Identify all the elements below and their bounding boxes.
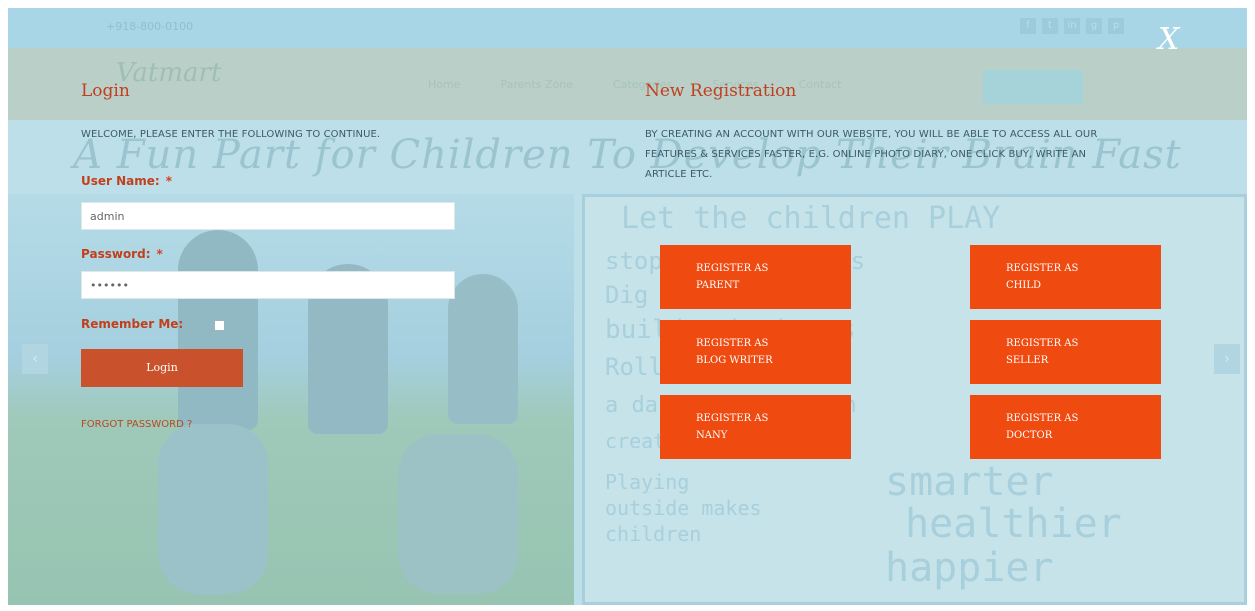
register-blog-writer-button[interactable]: REGISTER AS BLOG WRITER <box>660 320 851 384</box>
register-button-role: NANY <box>696 430 728 441</box>
login-intro: WELCOME, PLEASE ENTER THE FOLLOWING TO C… <box>81 129 381 140</box>
register-seller-button[interactable]: REGISTER AS SELLER <box>970 320 1161 384</box>
menu-item-parents-zone[interactable]: Parents Zone <box>500 78 572 91</box>
board-line: happier <box>885 545 1054 591</box>
register-button-line: REGISTER AS <box>1006 413 1079 424</box>
registration-intro-line: ARTICLE ETC. <box>645 169 713 180</box>
password-label-text: Password: <box>81 247 151 261</box>
register-button-line: REGISTER AS <box>696 413 769 424</box>
register-button-line: REGISTER AS <box>1006 338 1079 349</box>
login-title: Login <box>81 81 130 101</box>
registration-intro-line: FEATURES & SERVICES FASTER, E.G. ONLINE … <box>645 149 1087 160</box>
page-stage: +918-800-0100 f t in g p Vatmart Home Pa… <box>8 8 1247 605</box>
registration-title: New Registration <box>645 81 797 101</box>
child-silhouette <box>158 424 268 594</box>
username-input[interactable] <box>81 202 455 230</box>
register-button-role: CHILD <box>1006 280 1041 291</box>
username-label: User Name: * <box>81 174 172 188</box>
site-navbar: Vatmart Home Parents Zone Categories Ser… <box>8 48 1247 120</box>
child-silhouette <box>398 434 518 594</box>
register-child-button[interactable]: REGISTER AS CHILD <box>970 245 1161 309</box>
board-line: smarter <box>885 459 1054 505</box>
register-parent-button[interactable]: REGISTER AS PARENT <box>660 245 851 309</box>
board-line: Let the children PLAY <box>621 201 1001 236</box>
remember-checkbox[interactable] <box>214 320 225 331</box>
menu-active-highlight <box>983 70 1083 104</box>
forgot-password-link[interactable]: FORGOT PASSWORD ? <box>81 419 192 430</box>
required-mark: * <box>165 174 172 188</box>
password-label: Password: * <box>81 247 163 261</box>
slider-prev-icon[interactable]: ‹ <box>22 344 48 374</box>
site-logo[interactable]: Vatmart <box>116 58 221 88</box>
required-mark: * <box>156 247 163 261</box>
board-line: Playing outside makes children <box>605 470 762 546</box>
register-button-line: REGISTER AS <box>1006 263 1079 274</box>
twitter-icon[interactable]: t <box>1042 18 1058 34</box>
register-button-line: REGISTER AS <box>696 338 769 349</box>
login-button[interactable]: Login <box>81 349 243 387</box>
slider-next-icon[interactable]: › <box>1214 344 1240 374</box>
close-icon[interactable]: X <box>1158 22 1179 57</box>
username-label-text: User Name: <box>81 174 160 188</box>
menu-item-contact[interactable]: Contact <box>799 78 842 91</box>
register-button-line: REGISTER AS <box>696 263 769 274</box>
linkedin-icon[interactable]: in <box>1064 18 1080 34</box>
pinterest-icon[interactable]: p <box>1108 18 1124 34</box>
social-links: f t in g p <box>1020 18 1124 34</box>
register-nany-button[interactable]: REGISTER AS NANY <box>660 395 851 459</box>
child-silhouette <box>448 274 518 424</box>
register-doctor-button[interactable]: REGISTER AS DOCTOR <box>970 395 1161 459</box>
google-icon[interactable]: g <box>1086 18 1102 34</box>
phone-number: +918-800-0100 <box>106 20 194 33</box>
register-button-role: PARENT <box>696 280 740 291</box>
facebook-icon[interactable]: f <box>1020 18 1036 34</box>
top-bar: +918-800-0100 f t in g p <box>8 8 1247 48</box>
registration-intro-line: BY CREATING AN ACCOUNT WITH OUR WEBSITE,… <box>645 129 1098 140</box>
board-line: healthier <box>905 501 1122 547</box>
register-button-role: BLOG WRITER <box>696 355 773 366</box>
remember-label: Remember Me: <box>81 317 184 331</box>
menu-item-home[interactable]: Home <box>428 78 460 91</box>
register-button-role: SELLER <box>1006 355 1049 366</box>
password-input[interactable] <box>81 271 455 299</box>
register-button-role: DOCTOR <box>1006 430 1053 441</box>
